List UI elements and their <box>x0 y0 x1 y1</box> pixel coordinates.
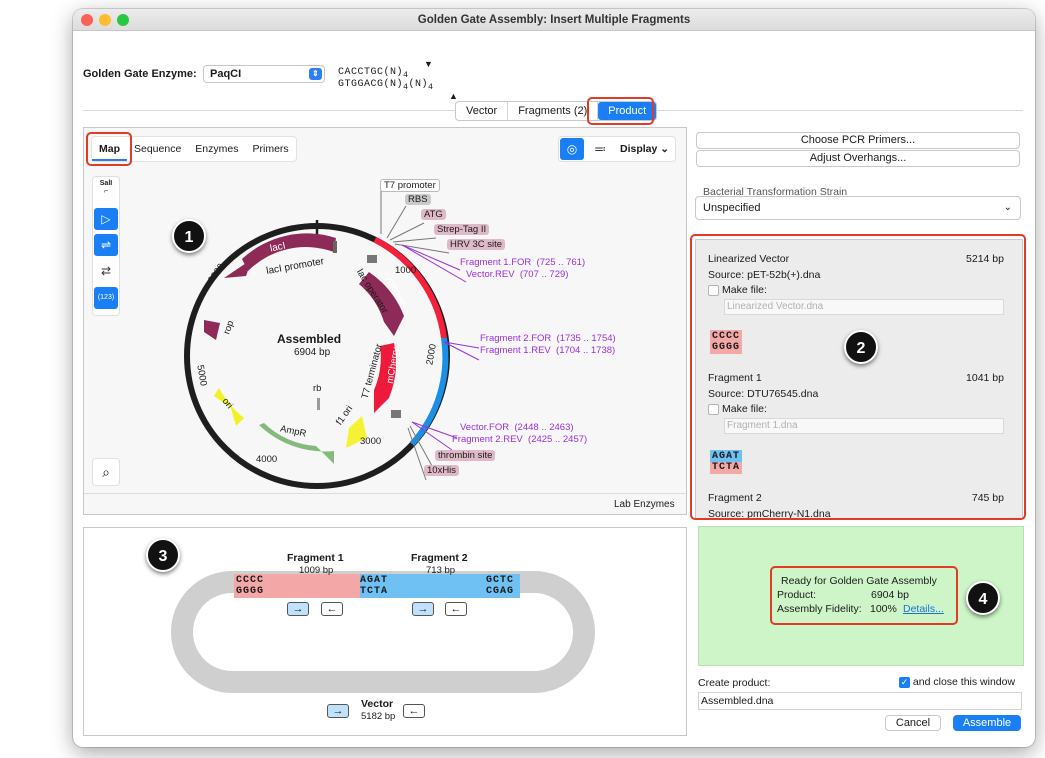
overhang-bottom: CGAG <box>486 586 515 597</box>
callout-badge-4: 4 <box>966 581 1000 615</box>
frag2-name: Fragment 2 <box>411 552 468 564</box>
product-label: Product: <box>777 589 817 601</box>
checkmark-icon[interactable]: ✓ <box>899 676 910 688</box>
cancel-button[interactable]: Cancel <box>885 715 941 731</box>
cut-marker-top-icon: ▼ <box>424 59 433 69</box>
enzyme-value: PaqCI <box>210 68 242 80</box>
strain-select[interactable]: Unspecified ⌄ <box>695 196 1021 220</box>
fidelity-label: Assembly Fidelity: <box>777 603 862 615</box>
recognition-site-bottom: GTGGACG(N)4(N)4 <box>338 79 434 92</box>
junction-f1-f2: AGAT TCTA <box>358 574 390 598</box>
map-footer-divider <box>84 493 686 494</box>
reverse-primer-icon[interactable]: ← <box>403 704 425 718</box>
junction-vector-f1: CCCC GGGG <box>234 574 266 598</box>
window-title: Golden Gate Assembly: Insert Multiple Fr… <box>417 14 691 26</box>
fidelity-value: 100% <box>870 603 897 615</box>
tag-t7-promoter: T7 promoter <box>380 179 440 192</box>
leader-atg <box>389 222 425 241</box>
site-bottom-mid: (N) <box>408 79 429 90</box>
tag-his: 10xHis <box>424 465 460 476</box>
map-length: 6904 bp <box>294 347 331 358</box>
cut-marker-bottom-icon: ▲ <box>449 91 458 101</box>
feature-rb <box>317 398 320 410</box>
close-window-label: and close this window <box>912 676 1016 688</box>
chevron-updown-icon: ⇕ <box>309 68 322 80</box>
feature-laci-promoter-mark <box>333 241 337 253</box>
close-window-button[interactable] <box>81 14 93 26</box>
callout-badge-1: 1 <box>172 219 206 253</box>
site-top-seq: CACCTGC(N) <box>338 67 404 78</box>
product-value: 6904 bp <box>871 589 909 601</box>
callout-badge-3: 3 <box>146 538 180 572</box>
tick-1000: 1000 <box>395 265 417 276</box>
primer-f1-for[interactable]: Fragment 1.FOR (725 .. 761) <box>460 257 585 268</box>
enzyme-label: Golden Gate Enzyme: <box>83 68 197 80</box>
strain-value: Unspecified <box>703 202 761 214</box>
adjust-overhangs-button[interactable]: Adjust Overhangs... <box>696 150 1020 167</box>
forward-primer-icon[interactable]: → <box>287 602 309 616</box>
title-bar: Golden Gate Assembly: Insert Multiple Fr… <box>73 9 1035 31</box>
tag-strep: Strep-Tag II <box>434 224 490 235</box>
create-product-label: Create product: <box>698 677 771 689</box>
tab-fragments[interactable]: Fragments (2) <box>508 102 599 120</box>
leader-strep <box>392 237 437 243</box>
minimize-window-button[interactable] <box>99 14 111 26</box>
reverse-primer-icon[interactable]: ← <box>445 602 467 616</box>
feature-terminator-mark <box>391 410 401 418</box>
primer-f2-for[interactable]: Fragment 2.FOR (1735 .. 1754) <box>480 333 616 344</box>
lab-enzymes-label: Lab Enzymes <box>614 499 675 510</box>
callout-badge-2: 2 <box>844 330 878 364</box>
forward-primer-icon[interactable]: → <box>327 704 349 718</box>
chevron-down-icon: ⌄ <box>1003 202 1012 213</box>
tick-3000: 3000 <box>360 436 382 447</box>
overhang-top: AGAT <box>360 575 389 586</box>
frag2-size: 713 bp <box>426 565 456 576</box>
feature-lac-operator-mark <box>367 255 377 263</box>
zoom-window-button[interactable] <box>117 14 129 26</box>
callout-product-tab <box>587 97 654 125</box>
overhang-bottom: TCTA <box>360 586 389 597</box>
primer-vector-rev[interactable]: Vector.REV (707 .. 729) <box>466 269 568 280</box>
map-name: Assembled <box>277 332 342 346</box>
tag-atg: ATG <box>421 209 446 220</box>
primer-f1-rev[interactable]: Fragment 1.REV (1704 .. 1738) <box>480 345 615 356</box>
junction-f2-vector: GCTC CGAG <box>484 574 516 598</box>
ready-text: Ready for Golden Gate Assembly <box>781 575 937 587</box>
callout-fragment-list <box>690 234 1026 520</box>
tick-4000: 4000 <box>256 454 278 465</box>
assemble-button[interactable]: Assemble <box>953 715 1021 731</box>
product-filename-input[interactable]: Assembled.dna <box>698 692 1022 710</box>
frag1-size: 1009 bp <box>299 565 334 576</box>
forward-primer-icon[interactable]: → <box>412 602 434 616</box>
reverse-primer-icon[interactable]: ← <box>321 602 343 616</box>
site-bottom-seq: GTGGACG(N) <box>338 79 404 90</box>
dialog-window: Golden Gate Assembly: Insert Multiple Fr… <box>73 9 1035 747</box>
primer-vector-for[interactable]: Vector.FOR (2448 .. 2463) <box>460 422 574 433</box>
tag-rbs: RBS <box>405 194 431 205</box>
vector-size: 5182 bp <box>361 711 396 722</box>
label-rb: rb <box>313 383 322 394</box>
primer-f2-rev[interactable]: Fragment 2.REV (2425 .. 2457) <box>452 434 587 445</box>
overhang-top: CCCC <box>236 575 265 586</box>
enzyme-select[interactable]: PaqCI ⇕ <box>203 65 325 83</box>
feature-rop <box>204 320 220 340</box>
frag1-name: Fragment 1 <box>287 552 344 564</box>
tag-thrombin: thrombin site <box>435 450 496 461</box>
vector-name: Vector <box>361 698 394 710</box>
map-panel: Map Sequence Enzymes Primers ◎ ≕ Display… <box>83 127 687 515</box>
tag-hrv: HRV 3C site <box>447 239 506 250</box>
details-link[interactable]: Details... <box>903 603 944 615</box>
overhang-top: GCTC <box>486 575 515 586</box>
close-window-option[interactable]: ✓ and close this window <box>899 676 1015 688</box>
site-bottom-sub2: 4 <box>428 82 434 92</box>
choose-pcr-primers-button[interactable]: Choose PCR Primers... <box>696 132 1020 149</box>
tab-vector[interactable]: Vector <box>456 102 509 120</box>
overhang-bottom: GGGG <box>236 586 265 597</box>
